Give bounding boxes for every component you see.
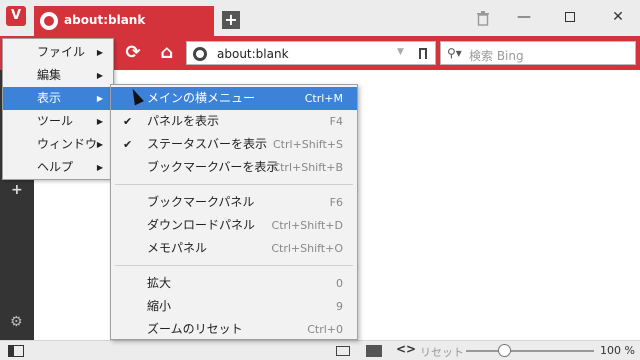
menu-separator — [115, 184, 353, 185]
menu-item-edit[interactable]: 編集 ▶ — [3, 64, 113, 87]
menu-item-zoom-out[interactable]: 縮小 9 — [111, 295, 357, 318]
shortcut-label: Ctrl+Shift+D — [271, 219, 343, 232]
menu-item-label: 編集 — [37, 68, 62, 82]
trash-icon[interactable] — [476, 10, 490, 26]
menu-item-main-horizontal-menu[interactable]: メインの横メニュー Ctrl+M — [111, 87, 357, 110]
settings-gear-icon[interactable]: ⚙ — [10, 314, 23, 330]
zoom-slider[interactable] — [466, 350, 594, 352]
menu-item-label: ズームのリセット — [147, 322, 243, 336]
menu-item-show-panel[interactable]: ✔ パネルを表示 F4 — [111, 110, 357, 133]
url-dropdown-icon[interactable]: ▼ — [397, 47, 404, 57]
menu-separator — [115, 265, 353, 266]
menu-item-label: メモパネル — [147, 241, 208, 255]
reload-button[interactable]: ⟳ — [122, 43, 144, 63]
shortcut-label: Ctrl+0 — [307, 323, 343, 336]
menu-item-label: ヘルプ — [37, 160, 74, 174]
new-tab-button[interactable]: + — [222, 11, 240, 29]
close-button[interactable]: ✕ — [604, 6, 632, 28]
menu-item-window[interactable]: ウィンドウ ▶ — [3, 133, 113, 156]
menu-item-help[interactable]: ヘルプ ▶ — [3, 156, 113, 179]
globe-icon — [193, 47, 207, 61]
zoom-reset-label[interactable]: リセット — [420, 344, 464, 360]
menu-item-bookmark-panel[interactable]: ブックマークパネル F6 — [111, 191, 357, 214]
page-actions-icon[interactable]: <> — [396, 342, 416, 356]
shortcut-label: Ctrl+Shift+O — [271, 242, 343, 255]
submenu-arrow-icon: ▶ — [96, 48, 103, 57]
menu-item-label: メインの横メニュー — [147, 91, 256, 105]
home-button[interactable]: ⌂ — [156, 43, 178, 63]
menu-item-view[interactable]: 表示 ▶ — [3, 87, 113, 110]
search-placeholder: 検索 Bing — [469, 49, 524, 63]
search-icon[interactable]: ⚲▾ — [447, 46, 462, 60]
submenu-arrow-icon: ▶ — [96, 94, 103, 103]
url-text: about:blank — [217, 47, 289, 61]
tab-about-blank[interactable]: about:blank — [34, 6, 214, 36]
page-tiling-icon[interactable] — [336, 346, 350, 356]
panel-toggle-icon[interactable] — [8, 345, 24, 357]
search-input[interactable]: ⚲▾ 検索 Bing — [440, 41, 636, 65]
tab-favicon-icon — [40, 12, 58, 30]
shortcut-label: Ctrl+Shift+S — [273, 138, 343, 151]
checkmark-icon: ✔ — [123, 138, 133, 151]
maximize-button[interactable] — [556, 6, 584, 28]
menu-item-zoom-in[interactable]: 拡大 0 — [111, 272, 357, 295]
submenu-arrow-icon: ▶ — [96, 140, 103, 149]
maximize-icon — [565, 12, 575, 22]
checkmark-icon: ✔ — [123, 115, 133, 128]
menu-item-label: 表示 — [37, 91, 62, 105]
menu-item-label: ステータスバーを表示 — [147, 137, 268, 151]
shortcut-label: F4 — [329, 115, 343, 128]
tab-title: about:blank — [64, 13, 146, 27]
menu-item-tools[interactable]: ツール ▶ — [3, 110, 113, 133]
vivaldi-menu-icon[interactable]: V — [6, 6, 26, 26]
shortcut-label: 0 — [336, 277, 343, 290]
status-bar: <> リセット 100 % — [0, 340, 640, 360]
submenu-arrow-icon: ▶ — [96, 71, 103, 80]
menu-item-notes-panel[interactable]: メモパネル Ctrl+Shift+O — [111, 237, 357, 260]
menu-item-label: ウィンドウ — [37, 137, 98, 151]
view-submenu: メインの横メニュー Ctrl+M ✔ パネルを表示 F4 ✔ ステータスバーを表… — [110, 84, 358, 340]
submenu-arrow-icon: ▶ — [96, 163, 103, 172]
shortcut-label: 9 — [336, 300, 343, 313]
url-input[interactable]: about:blank ▼ — [186, 41, 436, 65]
menu-item-label: ブックマークバーを表示 — [147, 160, 279, 174]
menu-item-label: ダウンロードパネル — [147, 218, 256, 232]
menu-item-download-panel[interactable]: ダウンロードパネル Ctrl+Shift+D — [111, 214, 357, 237]
shortcut-label: Ctrl+M — [304, 92, 343, 105]
shortcut-label: Ctrl+Shift+B — [272, 161, 343, 174]
menu-item-label: ブックマークパネル — [147, 195, 255, 209]
menu-item-label: ファイル — [37, 45, 86, 59]
minimize-button[interactable]: — — [510, 6, 538, 28]
menu-item-label: 拡大 — [147, 276, 172, 290]
title-bar: V about:blank + — ✕ — [0, 0, 640, 36]
menu-item-show-bookmark-bar[interactable]: ブックマークバーを表示 Ctrl+Shift+B — [111, 156, 357, 179]
main-menu: ファイル ▶ 編集 ▶ 表示 ▶ ツール ▶ ウィンドウ ▶ ヘルプ ▶ — [2, 38, 114, 180]
menu-item-label: ツール — [37, 114, 74, 128]
bookmark-icon[interactable] — [419, 48, 427, 59]
add-panel-icon[interactable]: + — [11, 182, 23, 198]
shortcut-label: F6 — [329, 196, 343, 209]
menu-item-file[interactable]: ファイル ▶ — [3, 41, 113, 64]
zoom-percentage: 100 % — [600, 344, 635, 357]
menu-item-show-status-bar[interactable]: ✔ ステータスバーを表示 Ctrl+Shift+S — [111, 133, 357, 156]
zoom-slider-handle[interactable] — [497, 344, 511, 357]
menu-item-zoom-reset[interactable]: ズームのリセット Ctrl+0 — [111, 318, 357, 341]
submenu-arrow-icon: ▶ — [96, 117, 103, 126]
menu-item-label: パネルを表示 — [147, 114, 220, 128]
image-toggle-icon[interactable] — [366, 345, 382, 357]
menu-item-label: 縮小 — [147, 299, 172, 313]
